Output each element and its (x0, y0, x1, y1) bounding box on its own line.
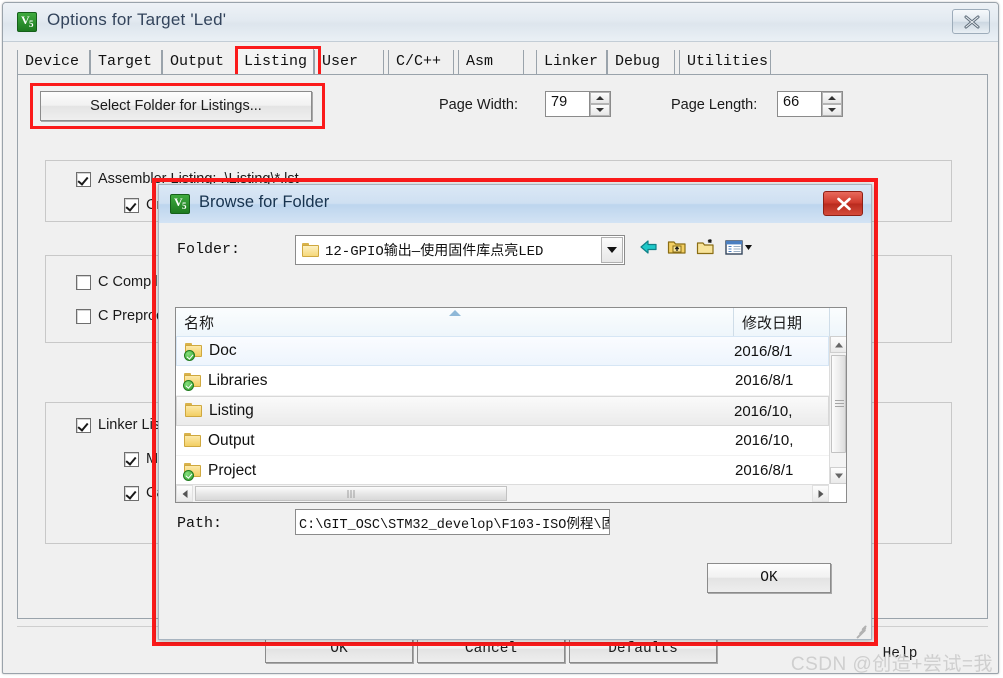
column-header-date-label: 修改日期 (742, 312, 802, 333)
path-label: Path: (177, 515, 222, 532)
folder-combobox-value: 12-GPIO输出—使用固件库点亮LED (325, 240, 601, 260)
list-item-name: Output (208, 432, 735, 450)
callgraph-checkbox[interactable] (124, 486, 139, 501)
folder-icon (185, 403, 209, 419)
select-folder-for-listings-button[interactable]: Select Folder for Listings... (40, 91, 312, 121)
page-length-decrement[interactable] (822, 104, 842, 116)
tab-device[interactable]: Device (17, 50, 90, 75)
horizontal-scrollbar[interactable] (176, 484, 829, 502)
c-compiler-listing-checkbox[interactable] (76, 275, 91, 290)
resize-grip[interactable] (853, 621, 867, 635)
column-header-name-label: 名称 (184, 312, 214, 333)
list-item-date: 2016/8/1 (735, 462, 829, 479)
browse-toolbar (637, 237, 754, 259)
tab-utilities[interactable]: Utilities (679, 50, 771, 75)
list-item[interactable]: Libraries 2016/8/1 (176, 366, 829, 396)
back-icon[interactable] (637, 237, 659, 259)
browse-dialog-title: Browse for Folder (199, 193, 329, 212)
folder-shared-icon (184, 373, 208, 389)
file-rows: Doc 2016/8/1 Libraries 2016/8/1 (176, 336, 829, 484)
chevron-down-icon[interactable] (601, 237, 623, 263)
browse-for-folder-dialog: V5 Browse for Folder Folder: 12-GPIO输出—使… (158, 184, 872, 640)
keil-uvision-icon: V5 (170, 194, 190, 214)
page-length-spin-buttons[interactable] (821, 92, 842, 116)
page-length-value[interactable]: 66 (778, 92, 821, 116)
tab-asm[interactable]: Asm (458, 50, 524, 75)
scroll-down-button[interactable] (830, 467, 847, 484)
path-input[interactable]: C:\GIT_OSC\STM32_develop\F103-ISO例程\固 (295, 509, 610, 535)
list-item-name: Listing (209, 402, 734, 420)
list-item-date: 2016/10, (735, 432, 829, 449)
list-column-headers: 名称 修改日期 (176, 308, 846, 337)
scroll-left-button[interactable] (176, 485, 193, 502)
page-length-stepper[interactable]: 66 (777, 91, 843, 117)
list-item[interactable]: Output 2016/10, (176, 426, 829, 456)
browse-titlebar: V5 Browse for Folder (159, 185, 871, 224)
linker-listing-checkbox[interactable] (76, 418, 91, 433)
sort-ascending-icon (449, 310, 461, 316)
page-width-value[interactable]: 79 (546, 92, 589, 116)
browse-close-button[interactable] (823, 191, 863, 216)
folder-icon (184, 433, 208, 449)
list-item[interactable]: Listing 2016/10, (176, 396, 829, 426)
new-folder-icon[interactable] (695, 237, 717, 259)
tab-linker[interactable]: Linker (536, 50, 607, 75)
page-width-label: Page Width: (439, 97, 518, 113)
tab-c-cpp[interactable]: C/C++ (388, 50, 454, 75)
scroll-right-button[interactable] (812, 485, 829, 502)
folder-icon (302, 243, 319, 257)
list-item-name: Project (208, 462, 735, 480)
page-width-stepper[interactable]: 79 (545, 91, 611, 117)
options-titlebar: V5 Options for Target 'Led' (3, 3, 998, 42)
vertical-scroll-thumb[interactable] (831, 355, 846, 453)
page-length-increment[interactable] (822, 92, 842, 104)
folder-combobox[interactable]: 12-GPIO输出—使用固件库点亮LED (295, 235, 625, 265)
folder-shared-icon (184, 463, 208, 479)
scroll-up-button[interactable] (830, 336, 847, 353)
screen: V5 Options for Target 'Led' Device Targe… (0, 0, 1003, 678)
list-item-name: Doc (209, 342, 734, 360)
browse-body: Folder: 12-GPIO输出—使用固件库点亮LED (159, 223, 871, 639)
list-item-date: 2016/8/1 (734, 343, 828, 360)
tab-debug[interactable]: Debug (607, 50, 675, 75)
browse-ok-button[interactable]: OK (707, 563, 831, 593)
memory-map-checkbox[interactable] (124, 452, 139, 467)
tab-user[interactable]: User (314, 50, 384, 75)
close-icon (964, 15, 980, 29)
views-icon[interactable] (724, 237, 754, 259)
column-header-date[interactable]: 修改日期 (734, 308, 830, 336)
page-length-label: Page Length: (671, 97, 757, 113)
watermark: CSDN @创造+尝试=我 (791, 649, 993, 676)
list-item[interactable]: Project 2016/8/1 (176, 456, 829, 484)
options-tabs: Device Target Output Listing User C/C++ … (17, 47, 988, 75)
folder-label: Folder: (177, 241, 240, 258)
page-title: Options for Target 'Led' (47, 10, 226, 30)
up-folder-icon[interactable] (666, 237, 688, 259)
c-preprocessor-listing-checkbox[interactable] (76, 309, 91, 324)
cross-reference-checkbox[interactable] (124, 198, 139, 213)
tab-target[interactable]: Target (90, 50, 162, 75)
page-width-decrement[interactable] (590, 104, 610, 116)
list-item-date: 2016/10, (734, 403, 828, 420)
assembler-listing-checkbox[interactable] (76, 172, 91, 187)
close-button[interactable] (952, 9, 990, 34)
page-width-spin-buttons[interactable] (589, 92, 610, 116)
tab-listing[interactable]: Listing (236, 47, 314, 76)
column-header-name[interactable]: 名称 (176, 308, 734, 336)
page-width-increment[interactable] (590, 92, 610, 104)
keil-uvision-icon: V5 (17, 12, 37, 32)
list-item-name: Libraries (208, 372, 735, 390)
vertical-scrollbar[interactable] (829, 336, 846, 484)
tab-output[interactable]: Output (162, 50, 236, 75)
folder-file-list[interactable]: 名称 修改日期 Doc 2016/8/1 (175, 307, 847, 503)
list-item[interactable]: Doc 2016/8/1 (176, 336, 829, 366)
folder-shared-icon (185, 343, 209, 359)
list-item-date: 2016/8/1 (735, 372, 829, 389)
horizontal-scroll-thumb[interactable] (195, 486, 507, 501)
close-icon (836, 197, 852, 211)
